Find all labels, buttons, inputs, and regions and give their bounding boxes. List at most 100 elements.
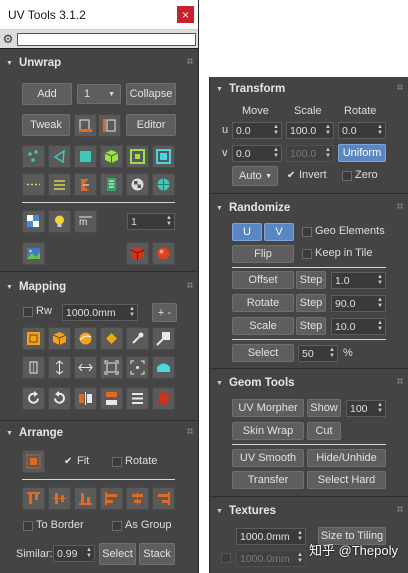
- image-preview-icon[interactable]: [22, 242, 45, 265]
- rotate-step-button[interactable]: Step: [296, 294, 326, 312]
- flip-horizontal-icon[interactable]: [74, 387, 97, 410]
- u-rotate-spinner[interactable]: 0.0 ▲ ▼: [338, 122, 386, 139]
- randomize-header[interactable]: ▼ Randomize: [210, 198, 408, 218]
- show-button[interactable]: Show: [307, 399, 341, 417]
- spinner-arrows-icon[interactable]: ▲ ▼: [325, 124, 331, 136]
- as-group-checkbox[interactable]: [112, 521, 122, 531]
- skin-wrap-button[interactable]: Skin Wrap: [232, 422, 304, 440]
- stack-button[interactable]: Stack: [139, 543, 175, 565]
- spinner-arrows-icon[interactable]: ▲ ▼: [297, 552, 303, 564]
- textures-header[interactable]: ▼ Textures: [210, 501, 408, 521]
- face-mode-icon[interactable]: [74, 145, 97, 168]
- flip-button[interactable]: Flip: [232, 245, 294, 263]
- spinner-arrows-icon[interactable]: ▲ ▼: [297, 530, 303, 542]
- unwrap-header[interactable]: ▼ Unwrap: [0, 53, 199, 73]
- rotate-button[interactable]: Rotate: [232, 294, 294, 312]
- eyedropper-icon[interactable]: [126, 327, 149, 350]
- grip-icon[interactable]: [397, 203, 403, 209]
- edge-mode-icon[interactable]: [48, 145, 71, 168]
- grip-icon[interactable]: [187, 282, 193, 288]
- light-bulb-icon[interactable]: [48, 210, 71, 233]
- align-left-icon[interactable]: [100, 487, 123, 510]
- planar-map-icon[interactable]: [22, 327, 45, 350]
- plus-minus-button[interactable]: + -: [152, 303, 177, 322]
- geom-tools-header[interactable]: ▼ Geom Tools: [210, 373, 408, 393]
- weld-icon[interactable]: [100, 173, 123, 196]
- hide-unhide-button[interactable]: Hide/Unhide: [307, 449, 386, 467]
- flip-vertical-icon[interactable]: [100, 387, 123, 410]
- box-render-icon[interactable]: [126, 242, 149, 265]
- channel-dropdown[interactable]: 1 ▼: [77, 84, 121, 104]
- cut-button[interactable]: Cut: [307, 422, 341, 440]
- align-z-icon[interactable]: [74, 356, 97, 379]
- search-input[interactable]: [17, 32, 196, 46]
- offset-step-button[interactable]: Step: [296, 271, 326, 289]
- sphere-render-icon[interactable]: [152, 242, 175, 265]
- rotate-ccw-icon[interactable]: [48, 387, 71, 410]
- pack-icon[interactable]: [22, 450, 45, 473]
- seam-lines-icon[interactable]: [48, 173, 71, 196]
- spinner-arrows-icon[interactable]: ▲ ▼: [377, 274, 383, 286]
- align-right-icon[interactable]: [152, 487, 175, 510]
- geo-elements-checkbox[interactable]: [302, 227, 312, 237]
- uv-smooth-button[interactable]: UV Smooth: [232, 449, 304, 467]
- texel-density-icon[interactable]: m: [74, 210, 97, 233]
- fit-gizmo-icon[interactable]: [152, 327, 175, 350]
- u-toggle[interactable]: U: [232, 223, 262, 241]
- relax-horizontal-icon[interactable]: [74, 114, 97, 137]
- keep-in-tile-checkbox[interactable]: [302, 249, 312, 259]
- skew-icon[interactable]: [152, 387, 175, 410]
- map-size-spinner[interactable]: 1000.0mm ▲ ▼: [62, 304, 138, 321]
- select-percent-spinner[interactable]: 50 ▲ ▼: [298, 345, 338, 362]
- spinner-arrows-icon[interactable]: ▲ ▼: [377, 402, 383, 414]
- to-border-checkbox[interactable]: [23, 521, 33, 531]
- offset-button[interactable]: Offset: [232, 271, 294, 289]
- scale-spinner[interactable]: 10.0 ▲ ▼: [331, 318, 386, 335]
- scale-step-button[interactable]: Step: [296, 317, 326, 335]
- texture-size2-spinner[interactable]: 1000.0mm ▲ ▼: [236, 550, 306, 567]
- spinner-arrows-icon[interactable]: ▲ ▼: [166, 215, 172, 227]
- window-titlebar[interactable]: UV Tools 3.1.2 ×: [0, 0, 198, 30]
- rotate-cw-icon[interactable]: [22, 387, 45, 410]
- mapping-header[interactable]: ▼ Mapping: [0, 277, 199, 297]
- grip-icon[interactable]: [397, 506, 403, 512]
- element-mode-icon[interactable]: [100, 145, 123, 168]
- arrange-header[interactable]: ▼ Arrange: [0, 423, 199, 443]
- transfer-button[interactable]: Transfer: [232, 471, 304, 489]
- checker-icon[interactable]: [126, 173, 149, 196]
- align-bottom-icon[interactable]: [74, 487, 97, 510]
- invert-check-icon[interactable]: ✔: [287, 170, 295, 181]
- auto-dropdown[interactable]: Auto ▼: [232, 166, 278, 186]
- align-x-icon[interactable]: [22, 356, 45, 379]
- collapse-button[interactable]: Collapse: [126, 83, 176, 105]
- relax-vertical-icon[interactable]: [98, 114, 121, 137]
- select-random-button[interactable]: Select: [232, 344, 294, 362]
- spinner-arrows-icon[interactable]: ▲ ▼: [325, 147, 331, 159]
- grip-icon[interactable]: [397, 378, 403, 384]
- zero-checkbox[interactable]: [342, 171, 352, 181]
- spherical-map-icon[interactable]: [74, 327, 97, 350]
- spinner-arrows-icon[interactable]: ▲ ▼: [273, 147, 279, 159]
- texture-size-spinner[interactable]: 1000.0mm ▲ ▼: [236, 528, 306, 545]
- spinner-arrows-icon[interactable]: ▲ ▼: [329, 347, 335, 359]
- box-map-icon[interactable]: [48, 327, 71, 350]
- fit-bounds-icon[interactable]: [100, 356, 123, 379]
- transform-header[interactable]: ▼ Transform: [210, 79, 408, 99]
- align-center-v-icon[interactable]: [48, 487, 71, 510]
- select-shell-icon[interactable]: [152, 145, 175, 168]
- rw-checkbox[interactable]: [23, 307, 33, 317]
- select-hard-button[interactable]: Select Hard: [307, 471, 386, 489]
- rotate-checkbox[interactable]: [112, 457, 122, 467]
- show-spinner[interactable]: 100 ▲ ▼: [346, 400, 386, 417]
- offset-spinner[interactable]: 1.0 ▲ ▼: [331, 272, 386, 289]
- stitch-icon[interactable]: [74, 173, 97, 196]
- uv-morpher-button[interactable]: UV Morpher: [232, 399, 304, 417]
- sphere-map-icon[interactable]: [152, 173, 175, 196]
- center-icon[interactable]: [126, 356, 149, 379]
- u-move-spinner[interactable]: 0.0 ▲ ▼: [232, 122, 282, 139]
- fit-check-icon[interactable]: ✔: [64, 456, 72, 467]
- scale-button[interactable]: Scale: [232, 317, 294, 335]
- select-border-icon[interactable]: [126, 145, 149, 168]
- v-toggle[interactable]: V: [264, 223, 294, 241]
- select-similar-button[interactable]: Select: [99, 543, 136, 565]
